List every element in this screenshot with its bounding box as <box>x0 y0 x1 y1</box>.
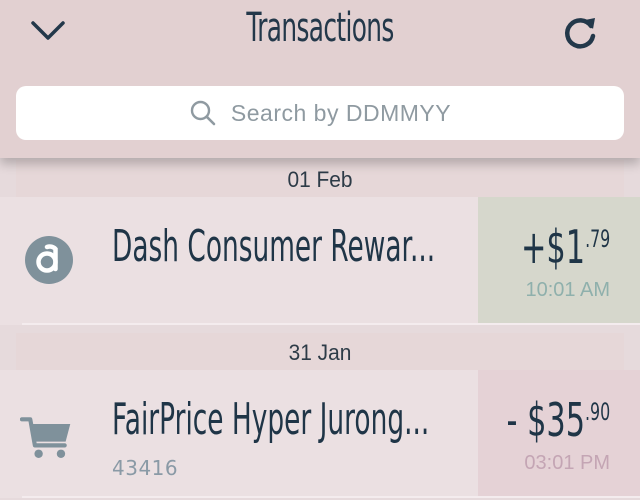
merchant-name: FairPrice Hyper Jurong... <box>112 394 430 445</box>
transaction-row[interactable]: Dash Consumer Rewar... +$1.79 10:01 AM <box>0 197 640 325</box>
amount-dollars: $1 <box>546 220 585 274</box>
amount-panel: +$1.79 10:01 AM <box>478 197 640 325</box>
transaction-row[interactable]: FairPrice Hyper Jurong... 43416 - $35.90… <box>0 370 640 498</box>
row-divider <box>22 496 640 498</box>
search-bar[interactable]: Search by DDMMYY <box>16 86 624 140</box>
chevron-down-icon <box>31 21 65 40</box>
transaction-time: 10:01 AM <box>525 279 610 301</box>
amount-cents: .90 <box>584 398 610 426</box>
app-header: Transactions Search by DDMMYY <box>0 0 640 158</box>
transaction-subtitle: 43416 <box>112 456 179 480</box>
search-input[interactable]: Search by DDMMYY <box>231 100 451 127</box>
amount-panel: - $35.90 03:01 PM <box>478 370 640 498</box>
amount-dollars: $35 <box>526 393 585 447</box>
date-header: 31 Jan <box>16 333 624 371</box>
transaction-time: 03:01 PM <box>524 452 610 474</box>
merchant-name: Dash Consumer Rewar... <box>112 221 436 272</box>
amount-sign: + <box>520 220 547 274</box>
row-divider <box>22 323 640 325</box>
page-title: Transactions <box>246 5 394 51</box>
search-icon <box>190 100 216 126</box>
refresh-button[interactable] <box>550 10 610 56</box>
date-header: 01 Feb <box>16 160 624 198</box>
refresh-icon <box>565 18 596 49</box>
amount-sign: - <box>506 393 527 447</box>
amount: +$1.79 <box>521 219 610 286</box>
amount: - $35.90 <box>506 392 610 459</box>
shopping-cart-icon <box>20 410 74 464</box>
dash-logo-icon <box>22 233 76 287</box>
collapse-button[interactable] <box>18 8 78 54</box>
amount-cents: .79 <box>584 225 610 253</box>
